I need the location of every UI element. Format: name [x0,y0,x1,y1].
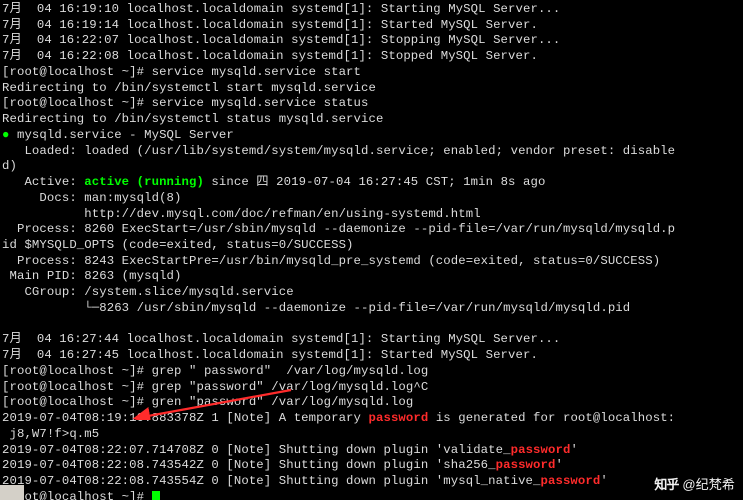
text-segment: password [511,443,571,457]
text-segment: Active: [2,175,84,189]
terminal-line: [root@localhost ~]# grep "password" /var… [2,380,741,396]
cursor-icon [152,491,160,500]
terminal-line: d) [2,159,741,175]
text-segment: password [369,411,429,425]
text-segment: Loaded: loaded (/usr/lib/systemd/system/… [2,144,675,158]
terminal-line [2,317,741,333]
text-segment [2,317,9,331]
terminal-line: └─8263 /usr/sbin/mysqld --daemonize --pi… [2,301,741,317]
terminal-line: Process: 8260 ExecStart=/usr/sbin/mysqld… [2,222,741,238]
text-segment: └─8263 /usr/sbin/mysqld --daemonize --pi… [2,301,630,315]
text-segment: 7月 04 16:19:10 localhost.localdomain sys… [2,2,560,16]
terminal-line: http://dev.mysql.com/doc/refman/en/using… [2,207,741,223]
terminal-line: 2019-07-04T08:22:08.743554Z 0 [Note] Shu… [2,474,741,490]
terminal-line: 7月 04 16:27:45 localhost.localdomain sys… [2,348,741,364]
terminal-line: Loaded: loaded (/usr/lib/systemd/system/… [2,144,741,160]
text-segment: 7月 04 16:22:08 localhost.localdomain sys… [2,49,538,63]
watermark-author: @纪梵希 [682,477,735,494]
watermark: 知乎 @纪梵希 [654,477,735,494]
text-segment: Redirecting to /bin/systemctl status mys… [2,112,383,126]
text-segment: [root@localhost ~]# grep "password" /var… [2,380,428,394]
terminal-line: Process: 8243 ExecStartPre=/usr/bin/mysq… [2,254,741,270]
text-segment: 7月 04 16:22:07 localhost.localdomain sys… [2,33,560,47]
text-segment: [root@localhost ~]# service mysqld.servi… [2,96,369,110]
zhihu-logo-icon: 知乎 [654,477,678,494]
text-segment: mysqld.service - MySQL Server [9,128,233,142]
terminal-line: 2019-07-04T08:22:08.743542Z 0 [Note] Shu… [2,458,741,474]
text-segment: Process: 8243 ExecStartPre=/usr/bin/mysq… [2,254,660,268]
terminal-line: j8,W7!f>q.m5 [2,427,741,443]
text-segment: CGroup: /system.slice/mysqld.service [2,285,294,299]
text-segment: [root@localhost ~]# service mysqld.servi… [2,65,361,79]
terminal-line: Active: active (running) since 四 2019-07… [2,175,741,191]
text-segment: since 四 2019-07-04 16:27:45 CST; 1min 8s… [204,175,546,189]
terminal-line: [root@localhost ~]# [2,490,741,500]
text-segment: ' [570,443,577,457]
terminal-line: ● mysqld.service - MySQL Server [2,128,741,144]
text-segment: 2019-07-04T08:22:07.714708Z 0 [Note] Shu… [2,443,511,457]
text-segment: id $MYSQLD_OPTS (code=exited, status=0/S… [2,238,354,252]
text-segment: Redirecting to /bin/systemctl start mysq… [2,81,376,95]
terminal-output: 7月 04 16:19:10 localhost.localdomain sys… [0,0,743,500]
terminal-line: [root@localhost ~]# grep " password" /va… [2,364,741,380]
text-segment: [root@localhost ~]# [2,490,152,500]
text-segment: 2019-07-04T08:22:08.743554Z 0 [Note] Shu… [2,474,541,488]
terminal-line: id $MYSQLD_OPTS (code=exited, status=0/S… [2,238,741,254]
text-segment: http://dev.mysql.com/doc/refman/en/using… [2,207,481,221]
terminal-line: [root@localhost ~]# gren "password" /var… [2,395,741,411]
terminal-line: 7月 04 16:27:44 localhost.localdomain sys… [2,332,741,348]
text-segment: [root@localhost ~]# gren "password" /var… [2,395,413,409]
text-segment: 2019-07-04T08:22:08.743542Z 0 [Note] Shu… [2,458,496,472]
text-segment: 7月 04 16:19:14 localhost.localdomain sys… [2,18,538,32]
terminal-line: Redirecting to /bin/systemctl status mys… [2,112,741,128]
terminal-line: 7月 04 16:19:10 localhost.localdomain sys… [2,2,741,18]
terminal-line: Redirecting to /bin/systemctl start mysq… [2,81,741,97]
text-segment: password [496,458,556,472]
text-segment: Process: 8260 ExecStart=/usr/sbin/mysqld… [2,222,675,236]
terminal-line: [root@localhost ~]# service mysqld.servi… [2,96,741,112]
text-segment: password [541,474,601,488]
text-segment: Docs: man:mysqld(8) [2,191,182,205]
text-segment: active (running) [84,175,204,189]
terminal-line: Docs: man:mysqld(8) [2,191,741,207]
text-segment: 7月 04 16:27:44 localhost.localdomain sys… [2,332,560,346]
text-segment: ' [555,458,562,472]
selection-highlight [0,485,24,500]
terminal-line: [root@localhost ~]# service mysqld.servi… [2,65,741,81]
text-segment: 2019-07-04T08:19:10.883378Z 1 [Note] A t… [2,411,369,425]
terminal-line: 2019-07-04T08:22:07.714708Z 0 [Note] Shu… [2,443,741,459]
text-segment: ' [600,474,607,488]
text-segment: Main PID: 8263 (mysqld) [2,269,182,283]
terminal-line: 2019-07-04T08:19:10.883378Z 1 [Note] A t… [2,411,741,427]
terminal-line: Main PID: 8263 (mysqld) [2,269,741,285]
terminal-line: 7月 04 16:22:07 localhost.localdomain sys… [2,33,741,49]
text-segment: [root@localhost ~]# grep " password" /va… [2,364,428,378]
terminal-line: 7月 04 16:19:14 localhost.localdomain sys… [2,18,741,34]
text-segment: 7月 04 16:27:45 localhost.localdomain sys… [2,348,538,362]
terminal-line: CGroup: /system.slice/mysqld.service [2,285,741,301]
text-segment: j8,W7!f>q.m5 [2,427,99,441]
terminal-line: 7月 04 16:22:08 localhost.localdomain sys… [2,49,741,65]
text-segment: is generated for root@localhost: [428,411,675,425]
text-segment: d) [2,159,17,173]
